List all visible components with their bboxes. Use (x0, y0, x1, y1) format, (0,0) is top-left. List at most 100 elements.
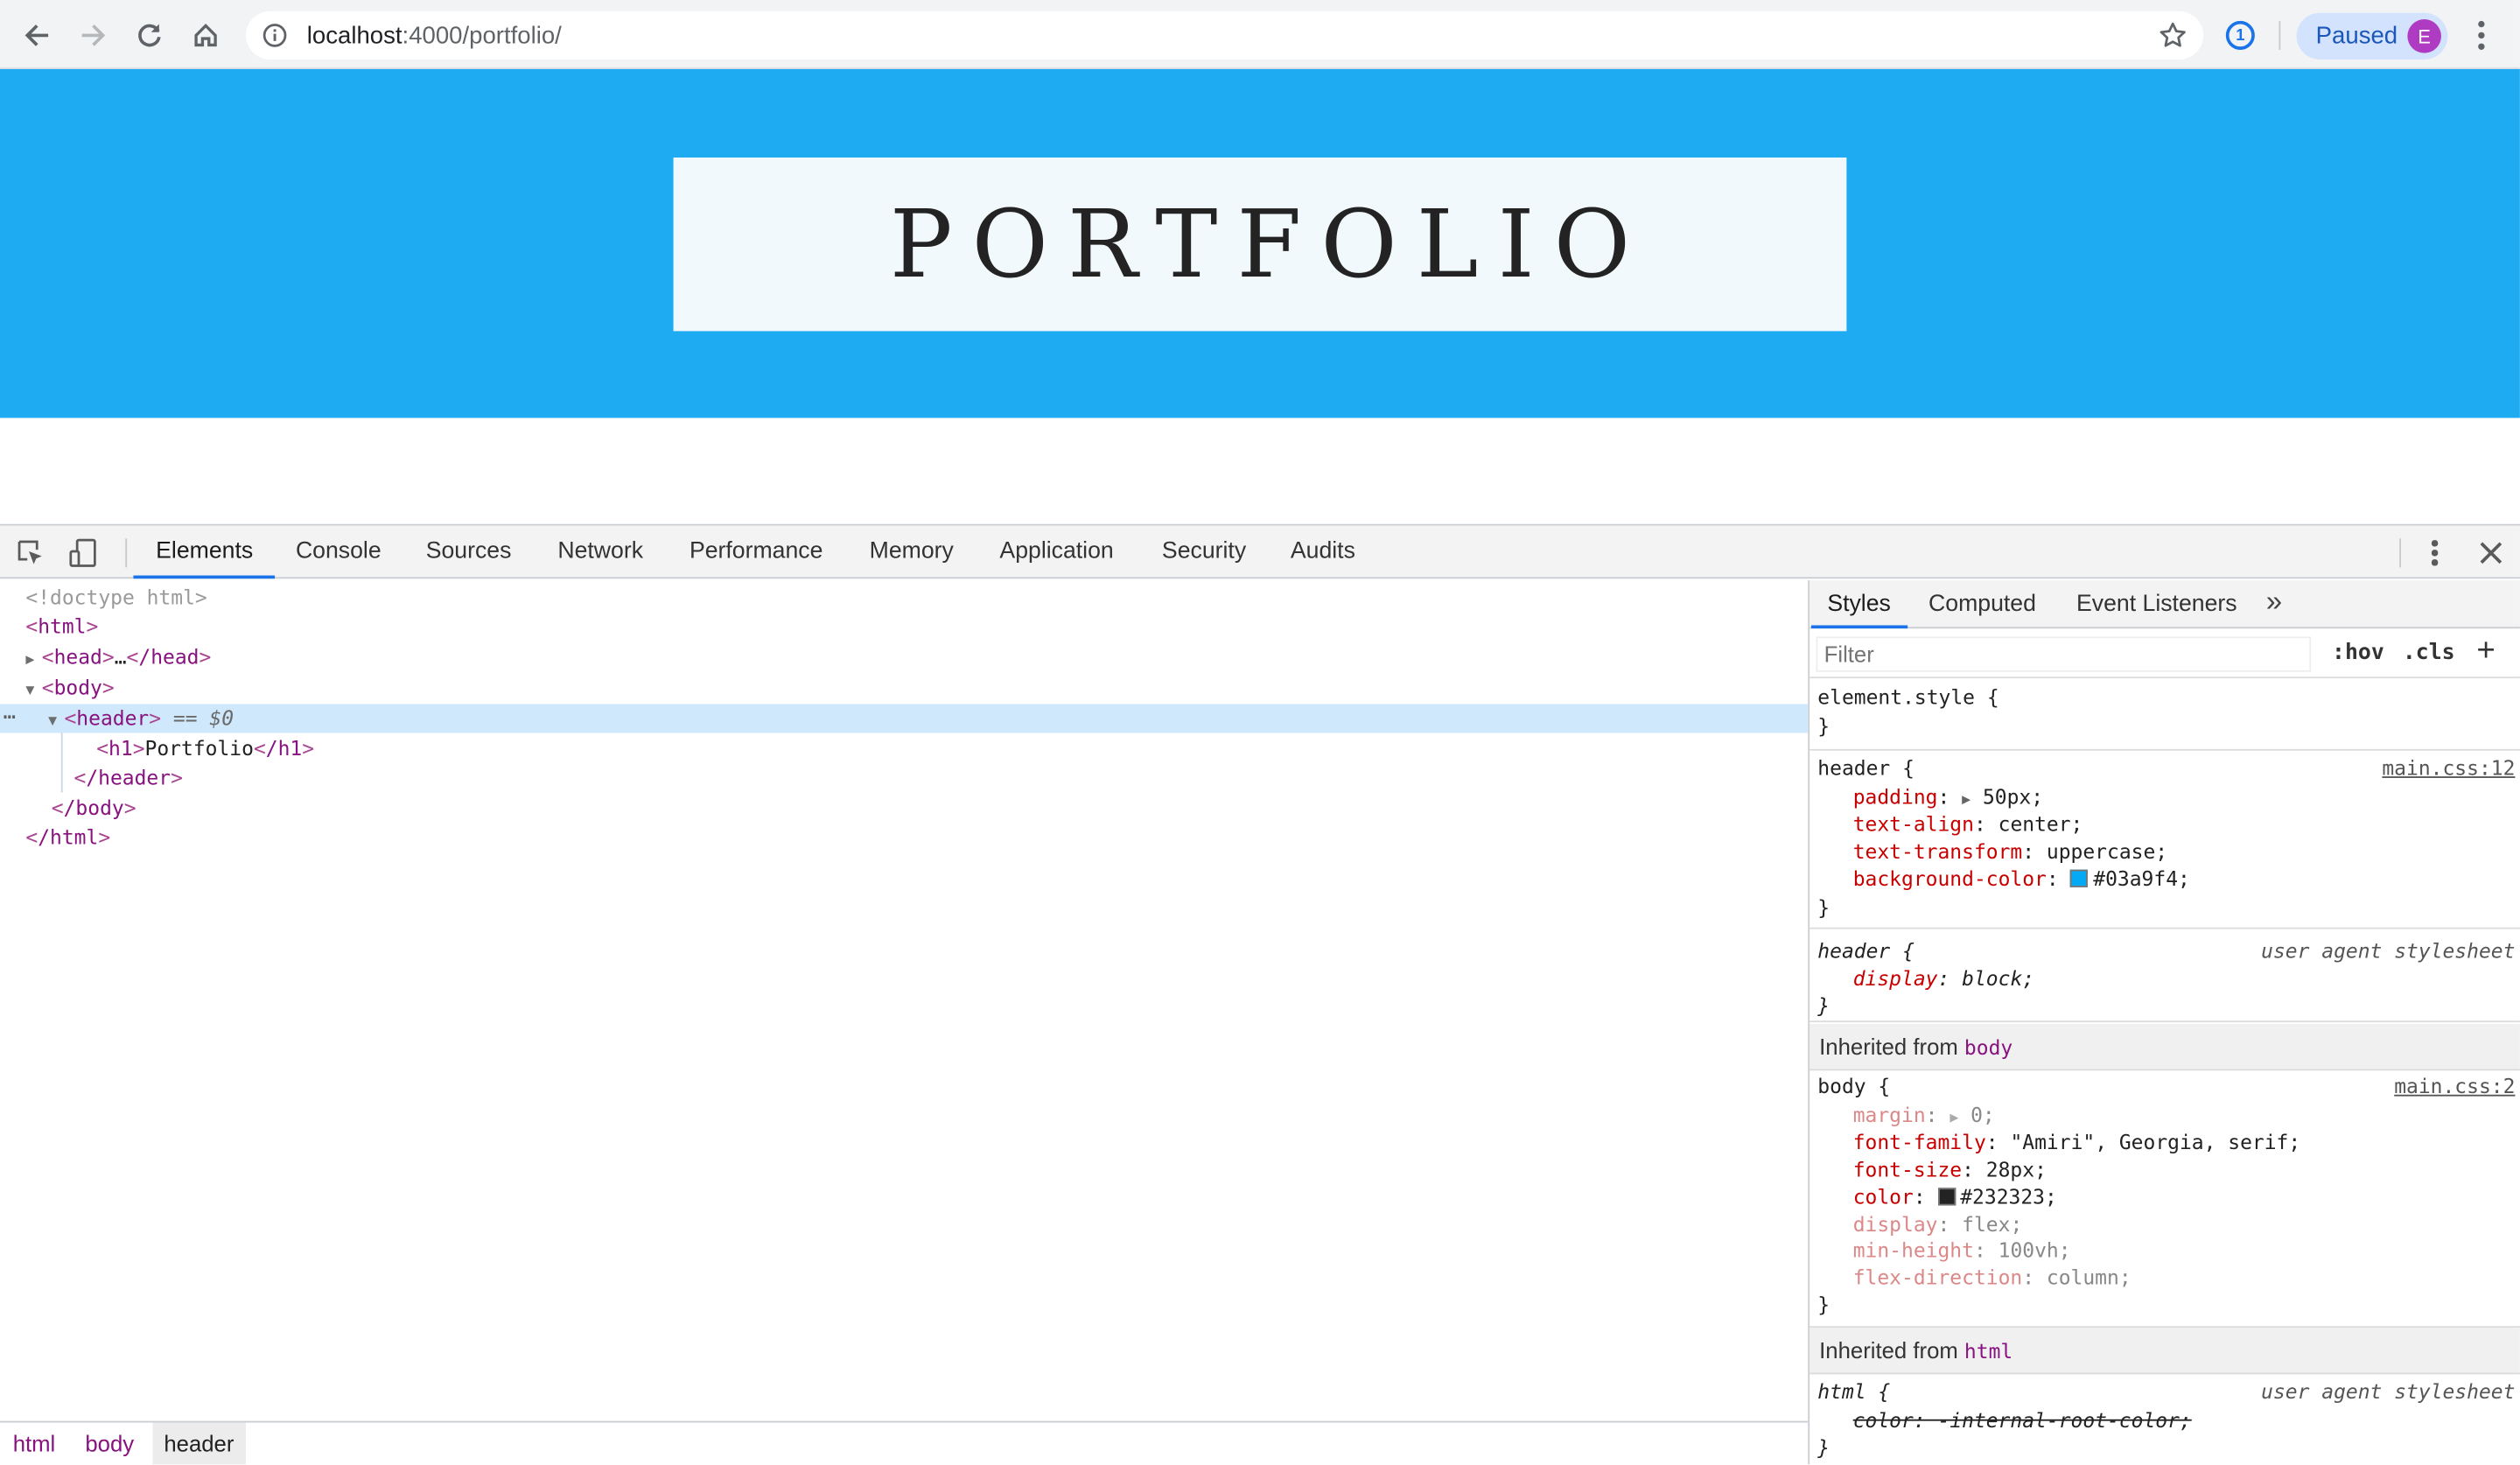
dom-header-close[interactable]: </header> (74, 763, 182, 792)
dom-html-close[interactable]: </html> (25, 823, 110, 852)
html-tag: html (38, 613, 87, 639)
styles-filter-row: Filter :hov .cls + (1810, 630, 2520, 679)
collapse-triangle-icon[interactable]: ▼ (25, 676, 41, 705)
header-close-tag: /header (86, 765, 172, 789)
dom-doctype[interactable]: <!doctype html> (25, 584, 206, 613)
expand-triangle-icon[interactable]: ▶ (1950, 1111, 1958, 1126)
tab-application[interactable]: Application (977, 526, 1137, 579)
breadcrumb-html[interactable]: html (2, 1422, 66, 1464)
inherited-tag-link[interactable]: html (1964, 1339, 2012, 1363)
decl-background-color[interactable]: background-color: #03a9f4; (1853, 865, 2190, 892)
inherited-label: Inherited from (1819, 1033, 1958, 1060)
rule-close-brace: } (1817, 713, 1830, 739)
tab-computed[interactable]: Computed (1913, 580, 2053, 628)
address-bar[interactable]: localhost:4000/portfolio/ (246, 11, 2204, 60)
breadcrumb-header[interactable]: header (152, 1422, 246, 1465)
back-button[interactable] (19, 18, 54, 53)
rule-selector: header { (1817, 938, 1914, 964)
dom-body-close[interactable]: </body> (52, 794, 136, 823)
paused-label: Paused (2315, 22, 2398, 50)
rule-close-brace: } (1817, 895, 1830, 920)
doctype-text: <!doctype html> (25, 585, 207, 610)
tab-styles[interactable]: Styles (1810, 580, 1908, 629)
more-actions-icon[interactable]: … (4, 701, 16, 725)
arrow-right-icon (81, 25, 106, 46)
cls-toggle[interactable]: .cls (2403, 640, 2455, 665)
decl-font-family[interactable]: font-family: "Amiri", Georgia, serif; (1853, 1128, 2300, 1155)
tab-event-listeners[interactable]: Event Listeners (2061, 580, 2253, 628)
devtools-tabbar: Elements Console Sources Network Perform… (0, 525, 2520, 579)
color-swatch[interactable] (1937, 1188, 1956, 1206)
tab-audits[interactable]: Audits (1268, 526, 1377, 579)
rule-selector[interactable]: element.style { (1817, 683, 1998, 711)
dom-header-selected[interactable]: ▼ <header> == $0 (0, 704, 1809, 733)
dom-body-open[interactable]: ▼ <body> (25, 674, 114, 703)
decl-overridden-color: color: -internal-root-color; (1852, 1407, 2192, 1433)
head-tag: head (53, 644, 102, 669)
tab-security[interactable]: Security (1139, 526, 1269, 579)
prop-name: text-transform (1852, 838, 2023, 864)
rule-header-ua: header { user agent stylesheet display: … (1810, 930, 2520, 1023)
tab-console[interactable]: Console (273, 526, 403, 579)
styles-pane: Styles Computed Event Listeners » Filter… (1808, 580, 2520, 1465)
rule-close-brace: } (1817, 993, 1830, 1018)
collapse-triangle-icon[interactable]: ▼ (48, 707, 64, 736)
password-manager-extension-icon[interactable]: 1 (2225, 20, 2255, 50)
tab-network[interactable]: Network (536, 526, 666, 579)
expand-triangle-icon[interactable]: ▶ (1962, 792, 1970, 808)
tab-sources[interactable]: Sources (403, 526, 534, 579)
decl-display[interactable]: display: flex; (1853, 1210, 2023, 1237)
reload-button[interactable] (132, 18, 167, 53)
device-toggle-icon[interactable] (67, 536, 100, 569)
decl-text-transform[interactable]: text-transform: uppercase; (1853, 838, 2167, 865)
source-link[interactable]: main.css:2 (2394, 1072, 2515, 1099)
devtools-menu-icon[interactable] (2424, 538, 2446, 567)
source-link[interactable]: main.css:12 (2382, 754, 2515, 781)
tab-performance[interactable]: Performance (667, 526, 845, 579)
decl-margin[interactable]: margin: ▶ 0; (1853, 1101, 1995, 1128)
color-swatch[interactable] (2070, 869, 2089, 887)
decl-min-height[interactable]: min-height: 100vh; (1853, 1236, 2071, 1263)
rule-html-ua: html { user agent stylesheet color: -int… (1810, 1376, 2520, 1464)
dom-html-open[interactable]: <html> (25, 613, 98, 641)
body-close-tag: /body (63, 796, 124, 820)
decl-padding[interactable]: padding: ▶ 50px; (1853, 782, 2043, 810)
rule-selector[interactable]: body { (1817, 1072, 1890, 1099)
filter-input[interactable]: Filter (1816, 636, 2312, 672)
decl-color[interactable]: color: #232323; (1853, 1183, 2057, 1210)
bookmark-star-icon[interactable] (2159, 21, 2188, 50)
rule-selector: html { (1817, 1378, 1891, 1404)
info-icon[interactable] (262, 23, 287, 48)
head-ellipsis[interactable]: … (115, 645, 127, 669)
breadcrumb-body[interactable]: body (74, 1422, 144, 1464)
inspect-element-icon[interactable] (15, 536, 47, 569)
close-icon[interactable] (2475, 536, 2508, 569)
html-close-tag: /html (38, 824, 99, 849)
tab-memory[interactable]: Memory (847, 526, 976, 579)
decl-flex-direction[interactable]: flex-direction: column; (1853, 1264, 2132, 1291)
expand-triangle-icon[interactable]: ▶ (25, 646, 41, 675)
inherited-from-html: Inherited from html (1810, 1328, 2520, 1375)
new-rule-icon[interactable]: + (2476, 634, 2495, 670)
decl-text-align[interactable]: text-align: center; (1853, 810, 2083, 838)
hov-toggle[interactable]: :hov (2332, 640, 2384, 665)
browser-menu-icon[interactable] (2467, 19, 2496, 52)
dom-h1[interactable]: <h1>Portfolio</h1> (96, 734, 314, 763)
decl-font-size[interactable]: font-size: 28px; (1853, 1156, 2047, 1183)
prop-value: column; (2046, 1265, 2132, 1290)
forward-button[interactable] (75, 18, 110, 53)
more-tabs-icon[interactable]: » (2266, 585, 2282, 620)
tab-elements[interactable]: Elements (133, 526, 276, 579)
inherited-from-body: Inherited from body (1810, 1023, 2520, 1071)
profile-paused-button[interactable]: Paused E (2296, 12, 2448, 60)
browser-toolbar: localhost:4000/portfolio/ 1 Paused E (0, 0, 2520, 69)
inherited-tag-link[interactable]: body (1964, 1035, 2012, 1060)
prop-value: 100vh; (1998, 1237, 2071, 1262)
rule-element-style: element.style { } (1810, 680, 2520, 751)
h1-close-tag: /h1 (265, 736, 303, 761)
page-title-box: PORTFOLIO (673, 157, 1847, 332)
rule-selector[interactable]: header { (1817, 754, 1914, 781)
home-button[interactable] (188, 18, 223, 53)
dom-head[interactable]: ▶ <head>…</head> (25, 643, 211, 672)
arrow-left-icon (24, 25, 49, 46)
